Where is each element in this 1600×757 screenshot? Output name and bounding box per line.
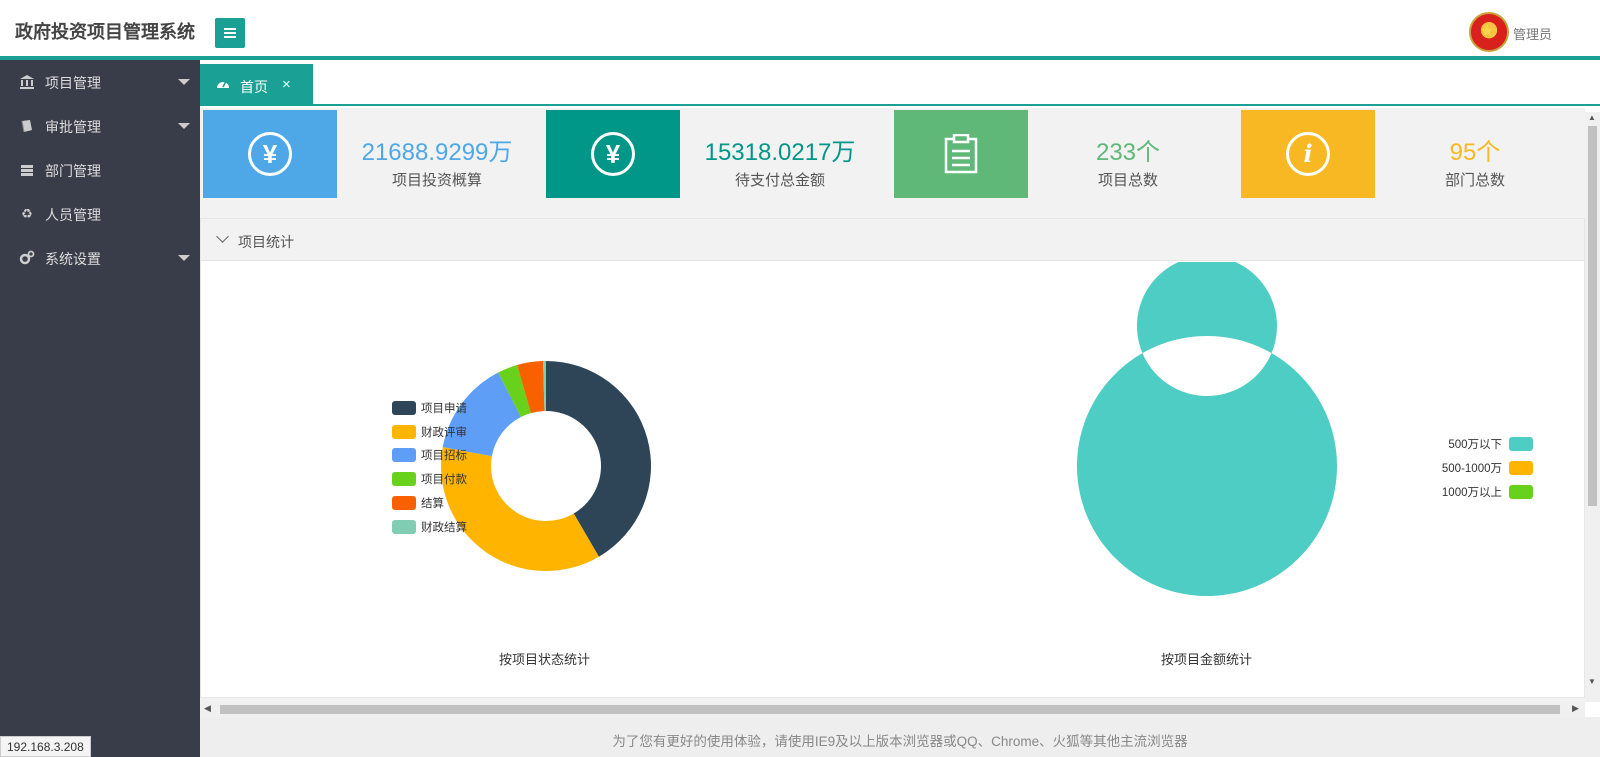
caret-down-icon (178, 255, 190, 261)
browser-notice-footer: 为了您有更好的使用体验，请使用IE9及以上版本浏览器或QQ、Chrome、火狐等… (200, 717, 1600, 757)
amount-donut-chart (1077, 262, 1337, 596)
info-icon: i (1286, 132, 1330, 176)
status-donut-chart (441, 361, 651, 571)
chevron-down-icon[interactable] (216, 230, 229, 243)
sidebar-item-personnel[interactable]: ♻ 人员管理 (0, 192, 200, 236)
book-icon (19, 118, 35, 134)
sidebar-item-department[interactable]: 部门管理 (0, 148, 200, 192)
national-emblem-avatar[interactable]: ★ (1469, 12, 1509, 52)
vertical-scrollbar[interactable]: ▲ ▼ (1585, 112, 1600, 702)
legend-item[interactable]: 项目付款 (392, 471, 492, 487)
sidebar-item-label: 审批管理 (45, 119, 101, 135)
scroll-down-icon[interactable]: ▼ (1588, 677, 1596, 686)
card-icon-box (894, 110, 1028, 198)
card-info: 21688.9299万 项目投资概算 (337, 110, 537, 198)
legend-item[interactable]: 项目招标 (392, 447, 492, 463)
legend-item[interactable]: 财政评审 (392, 424, 492, 440)
legend-item[interactable]: 结算 (392, 495, 492, 511)
legend-item[interactable]: 项目申请 (392, 400, 492, 416)
sidebar-item-label: 人员管理 (45, 207, 101, 223)
sidebar-item-label: 项目管理 (45, 75, 101, 91)
stat-card-budget: ¥ 21688.9299万 项目投资概算 (203, 110, 537, 198)
card-icon-box: ¥ (546, 110, 680, 198)
stat-card-pending-payment: ¥ 15318.0217万 待支付总金额 (546, 110, 880, 198)
server-icon (19, 162, 35, 178)
tab-label: 首页 (240, 79, 268, 95)
project-stats-panel: 项目统计 按项目状态统计 按项目金额统计 项目申请 财政评审 项目招标 项目付款… (200, 218, 1585, 698)
scroll-up-icon[interactable]: ▲ (1588, 113, 1596, 122)
scrollbar-thumb[interactable] (220, 705, 1560, 714)
scroll-right-icon[interactable]: ▶ (1572, 703, 1579, 714)
sidebar-item-approval[interactable]: 审批管理 (0, 104, 200, 148)
bank-icon (19, 74, 35, 90)
legend-item[interactable]: 500万以下 (1431, 436, 1533, 452)
chart-caption-status: 按项目状态统计 (499, 652, 591, 667)
card-info: 95个 部门总数 (1375, 110, 1575, 198)
close-icon[interactable]: × (282, 76, 291, 93)
app-title: 政府投资项目管理系统 (15, 22, 195, 42)
main-area: 首页 × ¥ 21688.9299万 项目投资概算 ¥ 15318.0217万 … (200, 64, 1600, 757)
top-header: 政府投资项目管理系统 ★ 管理员 (0, 0, 1600, 60)
card-value: 15318.0217万 (704, 139, 856, 166)
tab-bar: 首页 × (200, 64, 1600, 106)
scrollbar-thumb[interactable] (1588, 126, 1597, 506)
sidebar-item-label: 部门管理 (45, 163, 101, 179)
sidebar-item-settings[interactable]: 系统设置 (0, 236, 200, 280)
card-caption: 部门总数 (1444, 172, 1505, 189)
card-icon-box: ¥ (203, 110, 337, 198)
legend-item[interactable]: 1000万以上 (1431, 484, 1533, 500)
card-caption: 项目总数 (1097, 172, 1158, 189)
dashboard-icon (216, 77, 230, 92)
yen-icon: ¥ (591, 132, 635, 176)
sidebar-item-label: 系统设置 (45, 251, 101, 267)
user-name[interactable]: 管理员 (1513, 24, 1552, 43)
card-info: 15318.0217万 待支付总金额 (680, 110, 880, 198)
scroll-left-icon[interactable]: ◀ (204, 703, 211, 714)
horizontal-scrollbar[interactable]: ◀ ▶ (200, 702, 1585, 717)
stat-card-project-count: 233个 项目总数 (894, 110, 1228, 198)
sidebar: 项目管理 审批管理 部门管理 ♻ 人员管理 系统设置 (0, 60, 200, 757)
legend-item[interactable]: 财政结算 (392, 519, 492, 535)
stat-card-department-count: i 95个 部门总数 (1241, 110, 1585, 198)
tab-home[interactable]: 首页 × (200, 64, 313, 106)
card-caption: 项目投资概算 (391, 172, 482, 189)
chart-caption-amount: 按项目金额统计 (1161, 652, 1253, 667)
legend-item[interactable]: 500-1000万 (1431, 460, 1533, 476)
card-value: 233个 (1095, 139, 1161, 166)
dashboard-content: ¥ 21688.9299万 项目投资概算 ¥ 15318.0217万 待支付总金… (200, 108, 1585, 749)
card-value: 21688.9299万 (361, 139, 513, 166)
card-caption: 待支付总金额 (734, 172, 825, 189)
caret-down-icon (178, 123, 190, 129)
gears-icon (19, 250, 35, 266)
caret-down-icon (178, 79, 190, 85)
pie-slice-1[interactable] (1077, 262, 1337, 596)
panel-title: 项目统计 (238, 234, 294, 250)
card-info: 233个 项目总数 (1028, 110, 1228, 198)
menu-toggle-button[interactable] (215, 18, 245, 48)
status-url-tooltip: 192.168.3.208 (0, 736, 91, 757)
panel-header[interactable]: 项目统计 (201, 219, 1584, 261)
sidebar-item-project[interactable]: 项目管理 (0, 60, 200, 104)
card-value: 95个 (1449, 139, 1501, 166)
card-icon-box: i (1241, 110, 1375, 198)
recycle-icon: ♻ (21, 206, 33, 221)
clipboard-icon (943, 133, 979, 179)
yen-icon: ¥ (248, 132, 292, 176)
